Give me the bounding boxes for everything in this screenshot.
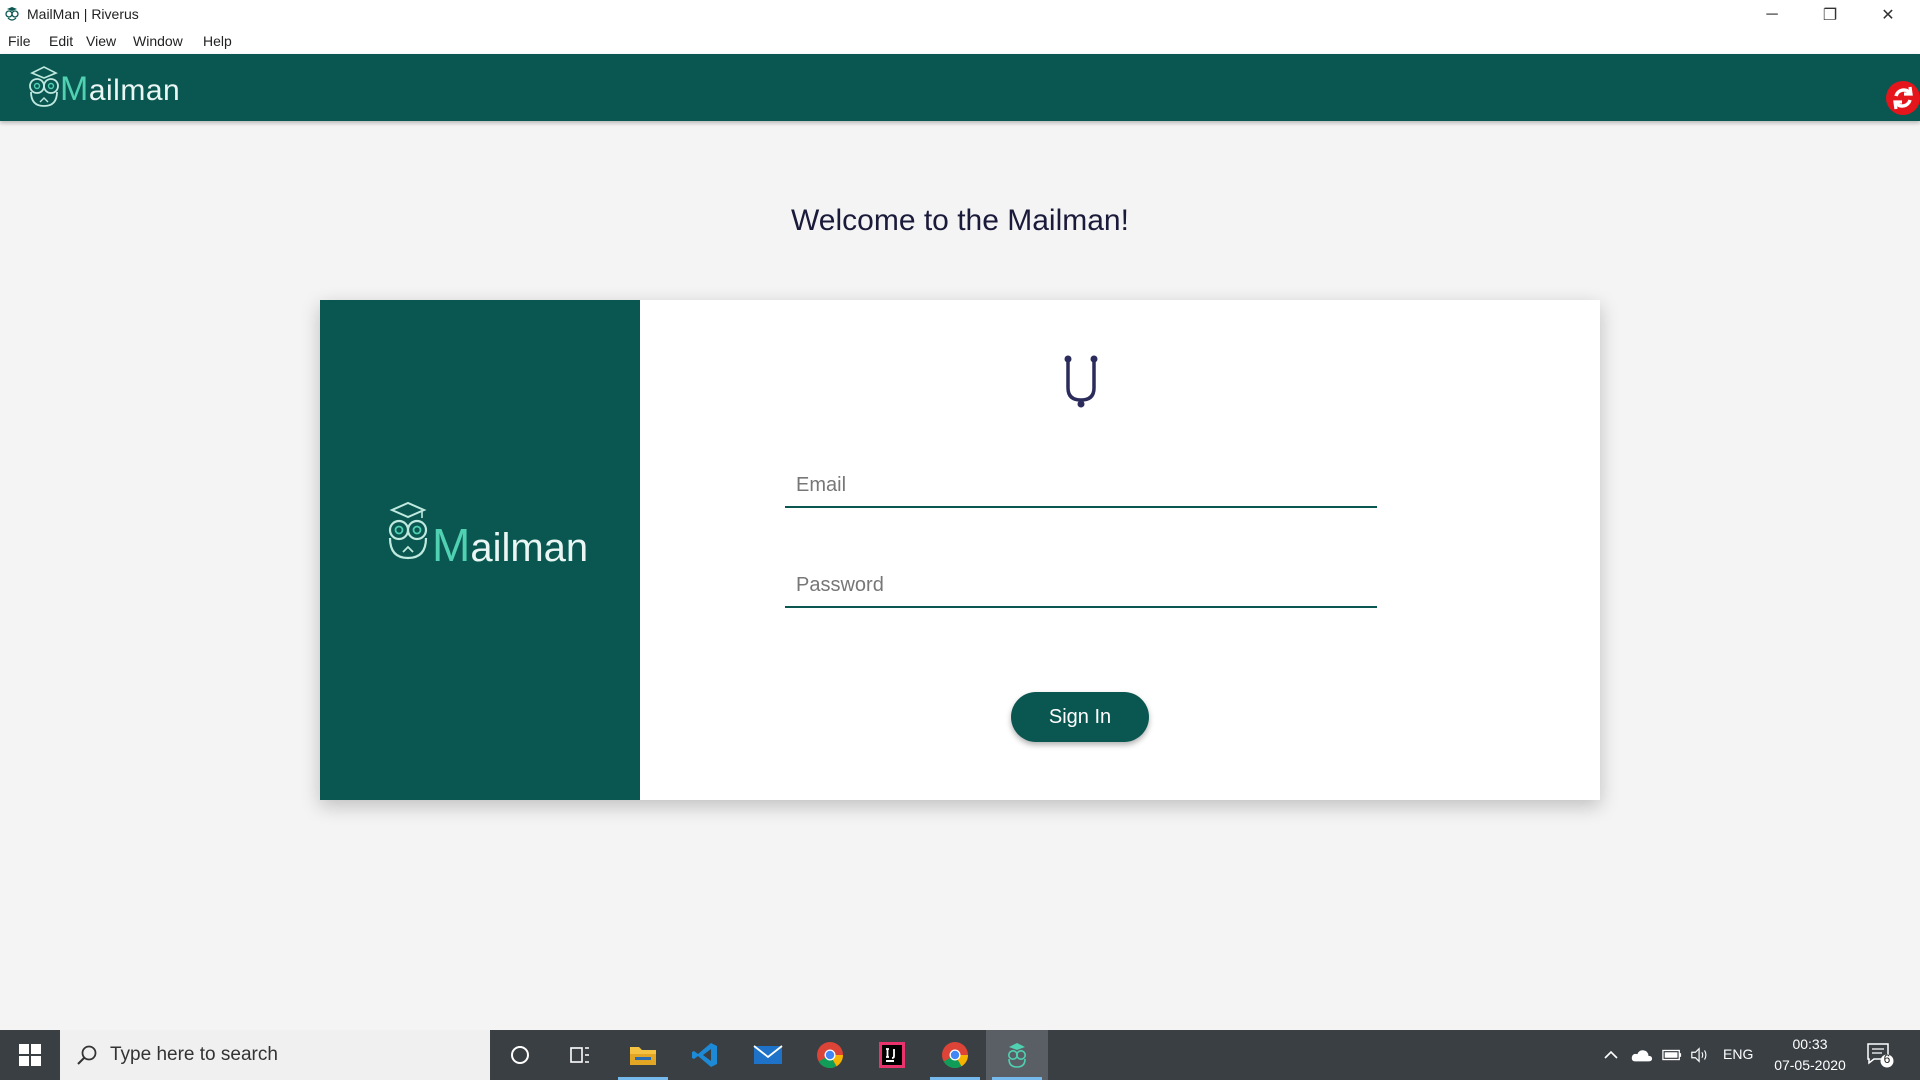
email-field[interactable]: [785, 464, 1377, 508]
cortana-button[interactable]: [489, 1030, 551, 1080]
taskbar-search[interactable]: Type here to search: [60, 1030, 490, 1080]
sign-in-button[interactable]: Sign In: [1011, 692, 1149, 742]
menu-help[interactable]: Help: [203, 33, 232, 49]
file-explorer-button[interactable]: [612, 1030, 674, 1080]
vscode-icon: [692, 1043, 717, 1067]
owl-app-icon: [5, 7, 19, 21]
chevron-up-icon[interactable]: [1603, 1047, 1619, 1063]
menu-edit[interactable]: Edit: [49, 33, 73, 49]
mail-icon: [753, 1045, 783, 1064]
task-view-icon: [570, 1047, 589, 1063]
brand-panel: Mailman: [320, 300, 640, 800]
volume-icon[interactable]: [1690, 1046, 1710, 1064]
owl-logo-icon: [388, 501, 428, 560]
windows-icon: [19, 1044, 41, 1066]
search-placeholder: Type here to search: [110, 1044, 278, 1065]
minimize-button[interactable]: ─: [1743, 0, 1801, 29]
clock-date: 07-05-2020: [1774, 1057, 1846, 1073]
mail-button[interactable]: [737, 1030, 799, 1080]
window-title: MailMan | Riverus: [27, 6, 139, 22]
search-icon: [77, 1045, 97, 1065]
start-button[interactable]: [0, 1030, 60, 1080]
taskbar-clock[interactable]: 00:33 07-05-2020: [1762, 1034, 1858, 1076]
sync-icon: [1893, 86, 1913, 110]
chrome-button-2[interactable]: [924, 1030, 986, 1080]
menu-bar: File Edit View Window Help: [0, 29, 1920, 54]
intellij-button[interactable]: [861, 1030, 923, 1080]
cortana-icon: [511, 1046, 529, 1064]
notification-center-button[interactable]: 6: [1866, 1042, 1894, 1068]
chrome-icon: [942, 1042, 969, 1069]
file-explorer-icon: [630, 1047, 656, 1065]
chrome-icon: [817, 1042, 844, 1069]
vscode-button[interactable]: [674, 1030, 736, 1080]
battery-icon[interactable]: [1662, 1048, 1682, 1062]
app-header: Mailman: [0, 54, 1920, 121]
restore-button[interactable]: ❐: [1801, 0, 1859, 29]
mailman-icon: [1008, 1043, 1026, 1068]
login-card: Mailman Sign In: [320, 300, 1600, 800]
email-input[interactable]: [785, 464, 1377, 506]
password-field[interactable]: [785, 564, 1377, 608]
intellij-icon: [879, 1042, 905, 1068]
task-view-button[interactable]: [549, 1030, 611, 1080]
title-bar: MailMan | Riverus ─ ❐ ✕: [0, 0, 1920, 29]
mailman-taskbar-button[interactable]: [986, 1030, 1048, 1080]
magnet-icon: [1064, 355, 1098, 408]
onedrive-icon[interactable]: [1631, 1047, 1653, 1063]
owl-logo-icon: [29, 66, 59, 107]
taskbar: Type here to search ENG 00:33 07-05-2020…: [0, 1030, 1920, 1080]
menu-file[interactable]: File: [8, 33, 31, 49]
sync-button[interactable]: [1886, 81, 1920, 115]
app-logo-text: Mailman: [60, 70, 181, 108]
menu-window[interactable]: Window: [133, 33, 183, 49]
welcome-heading: Welcome to the Mailman!: [791, 204, 1129, 237]
menu-view[interactable]: View: [86, 33, 116, 49]
notification-count: 6: [1883, 1052, 1891, 1066]
close-button[interactable]: ✕: [1859, 0, 1917, 29]
brand-logo-text: Mailman: [432, 519, 589, 571]
password-input[interactable]: [785, 564, 1377, 606]
chrome-button[interactable]: [799, 1030, 861, 1080]
clock-time: 00:33: [1792, 1036, 1828, 1052]
language-indicator[interactable]: ENG: [1723, 1046, 1753, 1062]
